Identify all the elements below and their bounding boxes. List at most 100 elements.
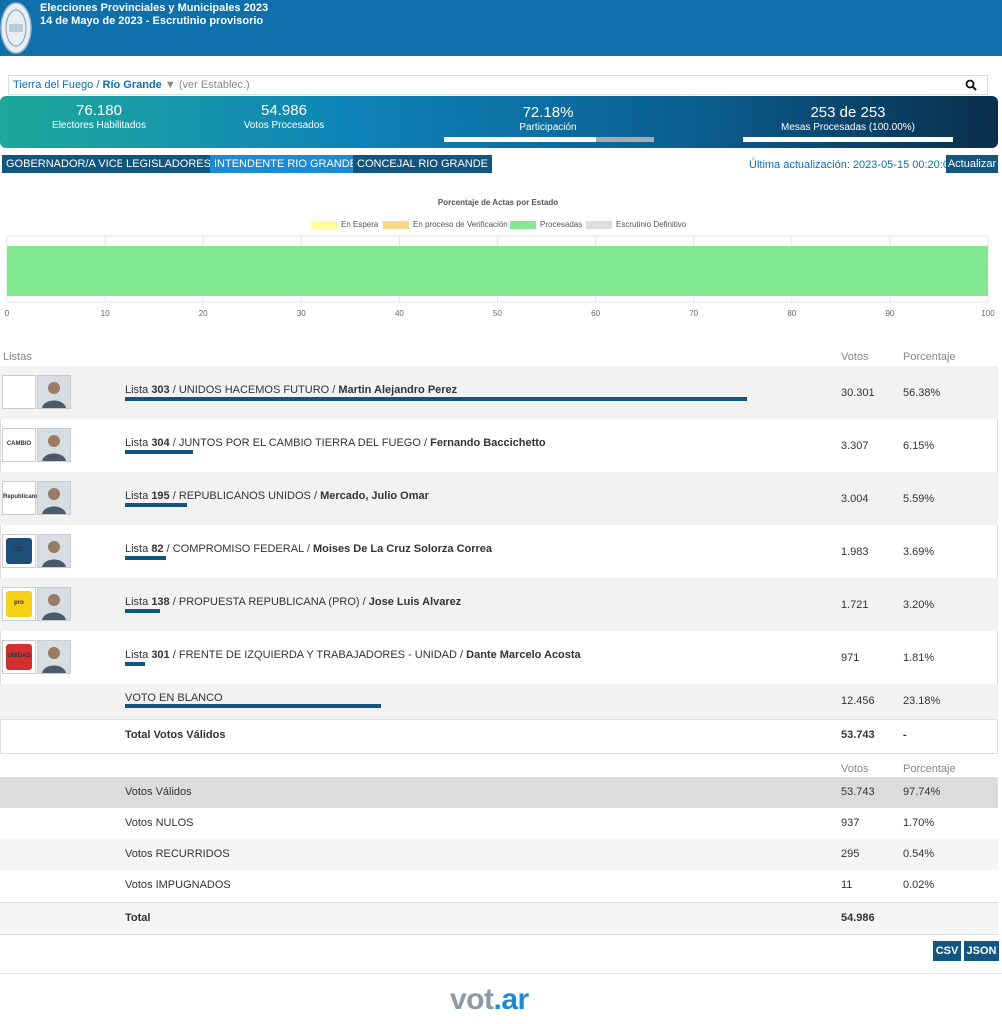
summary-total-votes: 54.986 xyxy=(841,912,875,924)
summary-row: Votos IMPUGNADOS 11 0.02% xyxy=(0,870,998,901)
candidate-name: Martin Alejandro Perez xyxy=(338,384,458,396)
candidate-avatar-icon xyxy=(42,541,66,567)
candidate-votes: 971 xyxy=(841,652,860,664)
lista-number: 138 xyxy=(151,596,170,608)
establishment-hint[interactable]: (ver Establec.) xyxy=(179,79,250,91)
candidate-row[interactable]: Lista 303 / UNIDOS HACEMOS FUTURO / Mart… xyxy=(0,366,998,419)
candidate-photo xyxy=(37,534,71,568)
stats-banner: 76.180 Electores Habilitados 54.986 Voto… xyxy=(0,96,998,148)
stat-participacion-label: Participación xyxy=(519,122,577,133)
summary-label: Votos NULOS xyxy=(125,817,194,829)
party-logo-icon: CAMBIO xyxy=(2,428,36,462)
candidate-label: Lista 82 / COMPROMISO FEDERAL / Moises D… xyxy=(125,543,492,555)
legend-swatch xyxy=(586,220,612,229)
candidate-label: Lista 195 / REPUBLICANOS UNIDOS / Mercad… xyxy=(125,490,429,502)
summary-col-votos: Votos xyxy=(841,763,869,775)
summary-pct: 1.70% xyxy=(903,817,935,829)
candidate-row[interactable]: UNIDAD Lista 301 / FRENTE DE IZQUIERDA Y… xyxy=(0,631,998,684)
participacion-progress-bar xyxy=(444,137,654,142)
tab-concejal[interactable]: CONCEJAL RIO GRANDE xyxy=(353,155,493,173)
candidate-pct: 5.59% xyxy=(903,493,935,505)
candidate-row[interactable]: Republicanos Lista 195 / REPUBLICANOS UN… xyxy=(0,472,998,525)
candidate-photo xyxy=(37,587,71,621)
lista-number: 195 xyxy=(151,490,170,502)
party-logo-icon: UNIDAD xyxy=(2,640,36,674)
location-search-bar[interactable]: Tierra del Fuego / Río Grande ▼ (ver Est… xyxy=(8,75,988,95)
party-logo-text: UNIDAD xyxy=(7,653,31,659)
tab-legisladores[interactable]: LEGISLADORES xyxy=(122,155,215,173)
summary-row: Votos RECURRIDOS 295 0.54% xyxy=(0,839,998,870)
stat-mesas-value: 253 de 253 xyxy=(810,104,886,121)
candidate-votes: 30.301 xyxy=(841,387,875,399)
csv-download-button[interactable]: CSV xyxy=(933,941,961,961)
summary-row: Votos Válidos 53.743 97.74% xyxy=(0,777,998,808)
mesas-progress-bar xyxy=(743,137,953,142)
candidate-votes: 3.307 xyxy=(841,440,869,452)
lista-number: 301 xyxy=(151,649,170,661)
actas-status-chart: 0 10 20 30 40 50 60 70 80 90 100 xyxy=(5,235,995,318)
tab-gobernador[interactable]: GOBERNADOR/A VICE xyxy=(2,155,128,173)
lista-word: Lista xyxy=(125,490,149,502)
legend-item-verificacion[interactable]: En proceso de Verificación xyxy=(383,220,508,229)
json-download-button[interactable]: JSON xyxy=(964,941,999,961)
total-valid-votes: 53.743 xyxy=(841,729,875,741)
stat-votos-label: Votos Procesados xyxy=(243,120,325,131)
chart-tick-label: 100 xyxy=(981,309,995,318)
lista-number: 82 xyxy=(151,543,164,555)
candidate-row[interactable]: CAMBIO Lista 304 / JUNTOS POR EL CAMBIO … xyxy=(0,419,998,472)
search-icon[interactable] xyxy=(965,79,977,91)
blank-vote-votes: 12.456 xyxy=(841,695,875,707)
candidate-label: Lista 301 / FRENTE DE IZQUIERDA Y TRABAJ… xyxy=(125,649,581,661)
page-header: Elecciones Provinciales y Municipales 20… xyxy=(0,0,1002,56)
total-valid-row: Total Votos Válidos 53.743 - xyxy=(0,719,998,752)
total-valid-pct: - xyxy=(903,729,907,741)
blank-vote-row[interactable]: VOTO EN BLANCO 12.456 23.18% xyxy=(0,684,998,719)
chart-tick-label: 10 xyxy=(101,309,110,318)
vote-share-bar xyxy=(125,397,747,401)
party-logo-swatch xyxy=(6,379,32,405)
candidate-row[interactable]: pro Lista 138 / PROPUESTA REPUBLICANA (P… xyxy=(0,578,998,631)
lista-word: Lista xyxy=(125,543,149,555)
legend-item-espera[interactable]: En Espera xyxy=(311,220,378,229)
label-sep: / xyxy=(313,490,318,502)
legend-label: En proceso de Verificación xyxy=(413,220,508,229)
stat-votos: 54.986 Votos Procesados xyxy=(234,103,334,132)
candidate-row[interactable]: CF Lista 82 / COMPROMISO FEDERAL / Moise… xyxy=(0,525,998,578)
votar-logo: vot.ar xyxy=(450,983,529,1017)
party-logo-text: CAMBIO xyxy=(6,441,32,447)
summary-col-porcentaje: Porcentaje xyxy=(903,763,956,775)
candidate-avatar-icon xyxy=(42,488,66,514)
label-sep: / xyxy=(172,384,176,396)
breadcrumb-city[interactable]: Río Grande xyxy=(103,79,162,91)
party-logo-icon: CF xyxy=(2,534,36,568)
legend-label: En Espera xyxy=(341,220,379,229)
stat-electores-value: 76.180 xyxy=(76,102,122,119)
legend-item-procesadas[interactable]: Procesadas xyxy=(510,220,582,229)
stat-mesas-label: Mesas Procesadas (100.00%) xyxy=(781,122,915,133)
legend-label: Escrutinio Definitivo xyxy=(616,220,687,229)
label-sep: / xyxy=(306,543,310,555)
summary-votes: 937 xyxy=(841,817,860,829)
candidate-avatar-icon xyxy=(42,435,66,461)
mesas-progress-fill xyxy=(743,137,953,142)
label-sep: / xyxy=(172,596,176,608)
legend-item-definitivo[interactable]: Escrutinio Definitivo xyxy=(586,220,686,229)
label-sep: / xyxy=(172,437,176,449)
candidate-name: Fernando Baccichetto xyxy=(430,437,546,449)
candidate-photo xyxy=(37,640,71,674)
breadcrumb-province[interactable]: Tierra del Fuego xyxy=(13,79,93,91)
dropdown-arrow-icon[interactable]: ▼ xyxy=(165,79,176,91)
breadcrumb-separator: / xyxy=(96,79,100,91)
summary-row: Votos NULOS 937 1.70% xyxy=(0,808,998,839)
refresh-button[interactable]: Actualizar xyxy=(946,155,998,173)
candidate-name: Moises De La Cruz Solorza Correa xyxy=(312,543,493,555)
summary-divider xyxy=(0,934,998,935)
legend-label: Procesadas xyxy=(540,220,583,229)
summary-pct: 0.02% xyxy=(903,879,935,891)
chart-tick-label: 40 xyxy=(395,309,404,318)
candidate-avatar-icon xyxy=(42,594,66,620)
candidate-photo xyxy=(37,481,71,515)
tab-intendente[interactable]: INTENDENTE RIO GRANDE xyxy=(210,155,362,173)
col-header-votos: Votos xyxy=(841,351,869,363)
summary-votes: 53.743 xyxy=(841,786,875,798)
